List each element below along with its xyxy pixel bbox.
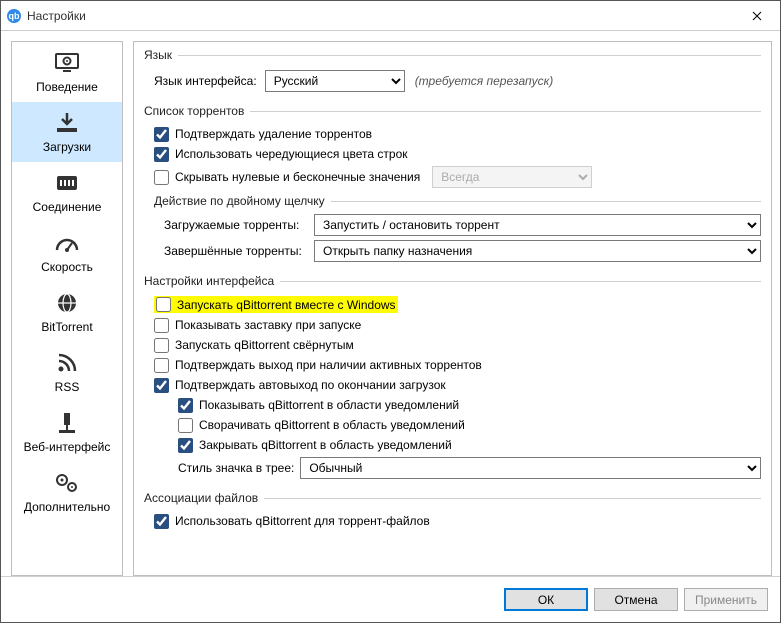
group-title: Язык: [144, 48, 172, 62]
app-icon: qb: [7, 9, 21, 23]
show-splash-checkbox[interactable]: [154, 318, 169, 333]
gear-monitor-icon: [53, 48, 81, 78]
alt-rows-checkbox[interactable]: [154, 147, 169, 162]
sidebar-item-bittorrent[interactable]: BitTorrent: [12, 282, 122, 342]
window-title: Настройки: [27, 9, 734, 23]
language-label: Язык интерфейса:: [154, 74, 257, 88]
close-tray-checkbox[interactable]: [178, 438, 193, 453]
settings-window: qb Настройки Поведение Загрузки: [0, 0, 781, 623]
sidebar-item-downloads[interactable]: Загрузки: [12, 102, 122, 162]
sidebar-item-behavior[interactable]: Поведение: [12, 42, 122, 102]
hide-zero-mode-select: Всегда: [432, 166, 592, 188]
checkbox-label: Подтверждать выход при наличии активных …: [175, 358, 482, 372]
sidebar: Поведение Загрузки Соединение Скорость: [11, 41, 123, 576]
settings-panel: Язык Язык интерфейса: Русский (требуется…: [133, 41, 772, 576]
download-icon: [54, 108, 80, 138]
group-title: Настройки интерфейса: [144, 274, 274, 288]
sidebar-item-advanced[interactable]: Дополнительно: [12, 462, 122, 522]
divider: [178, 55, 761, 56]
sidebar-item-speed[interactable]: Скорость: [12, 222, 122, 282]
confirm-delete-checkbox[interactable]: [154, 127, 169, 142]
confirm-autoexit-checkbox[interactable]: [154, 378, 169, 393]
start-minimized-checkbox[interactable]: [154, 338, 169, 353]
server-stand-icon: [56, 408, 78, 438]
sidebar-item-label: BitTorrent: [41, 320, 92, 334]
sidebar-item-label: Скорость: [41, 260, 93, 274]
checkbox-label: Использовать qBittorrent для торрент-фай…: [175, 514, 430, 528]
assoc-torrent-checkbox[interactable]: [154, 514, 169, 529]
group-title: Список торрентов: [144, 104, 244, 118]
hide-zero-checkbox[interactable]: [154, 170, 169, 185]
apply-button[interactable]: Применить: [684, 588, 768, 611]
divider: [264, 498, 761, 499]
cancel-button[interactable]: Отмена: [594, 588, 678, 611]
completed-action-select[interactable]: Открыть папку назначения: [314, 240, 761, 262]
tray-style-select[interactable]: Обычный: [300, 457, 761, 479]
sidebar-item-webui[interactable]: Веб-интерфейс: [12, 402, 122, 462]
group-title: Ассоциации файлов: [144, 491, 258, 505]
ethernet-icon: [54, 168, 80, 198]
divider: [250, 111, 761, 112]
sidebar-item-label: Поведение: [36, 80, 98, 94]
gauge-icon: [54, 228, 80, 258]
ok-button[interactable]: ОК: [504, 588, 588, 611]
confirm-exit-active-checkbox[interactable]: [154, 358, 169, 373]
downloading-label: Загружаемые торренты:: [164, 218, 314, 232]
sidebar-item-label: Загрузки: [43, 140, 91, 154]
completed-label: Завершённые торренты:: [164, 244, 314, 258]
language-group: Язык Язык интерфейса: Русский (требуется…: [144, 48, 761, 94]
divider: [280, 281, 761, 282]
titlebar: qb Настройки: [1, 1, 780, 31]
checkbox-label: Показывать заставку при запуске: [175, 318, 361, 332]
dialog-footer: ОК Отмена Применить: [1, 576, 780, 622]
sidebar-item-rss[interactable]: RSS: [12, 342, 122, 402]
sidebar-item-connection[interactable]: Соединение: [12, 162, 122, 222]
sidebar-item-label: Веб-интерфейс: [24, 440, 111, 454]
checkbox-label: Подтверждать автовыход по окончании загр…: [175, 378, 446, 392]
checkbox-label: Показывать qBittorrent в области уведомл…: [199, 398, 459, 412]
checkbox-label: Скрывать нулевые и бесконечные значения: [175, 170, 420, 184]
sidebar-item-label: Дополнительно: [24, 500, 110, 514]
sidebar-item-label: RSS: [55, 380, 80, 394]
downloading-action-select[interactable]: Запустить / остановить торрент: [314, 214, 761, 236]
file-assoc-group: Ассоциации файлов Использовать qBittorre…: [144, 491, 761, 531]
sidebar-item-label: Соединение: [33, 200, 102, 214]
subgroup-title: Действие по двойному щелчку: [154, 194, 325, 208]
restart-hint: (требуется перезапуск): [415, 74, 554, 88]
checkbox-label: Использовать чередующиеся цвета строк: [175, 147, 408, 161]
checkbox-label: Подтверждать удаление торрентов: [175, 127, 372, 141]
checkbox-label: Запускать qBittorrent свёрнутым: [175, 338, 354, 352]
globe-icon: [55, 288, 79, 318]
interface-group: Настройки интерфейса Запускать qBittorre…: [144, 274, 761, 481]
language-select[interactable]: Русский: [265, 70, 405, 92]
minimize-tray-checkbox[interactable]: [178, 418, 193, 433]
checkbox-label: Сворачивать qBittorrent в область уведом…: [199, 418, 465, 432]
tray-style-label: Стиль значка в трее:: [178, 461, 294, 475]
close-button[interactable]: [734, 1, 780, 31]
gears-icon: [54, 468, 80, 498]
checkbox-label: Закрывать qBittorrent в область уведомле…: [199, 438, 452, 452]
torrent-list-group: Список торрентов Подтверждать удаление т…: [144, 104, 761, 264]
rss-icon: [56, 348, 78, 378]
checkbox-label: Запускать qBittorrent вместе с Windows: [177, 298, 396, 312]
show-tray-checkbox[interactable]: [178, 398, 193, 413]
highlighted-option: Запускать qBittorrent вместе с Windows: [154, 296, 398, 313]
start-with-windows-checkbox[interactable]: [156, 297, 171, 312]
divider: [331, 201, 761, 202]
dialog-body: Поведение Загрузки Соединение Скорость: [1, 31, 780, 576]
